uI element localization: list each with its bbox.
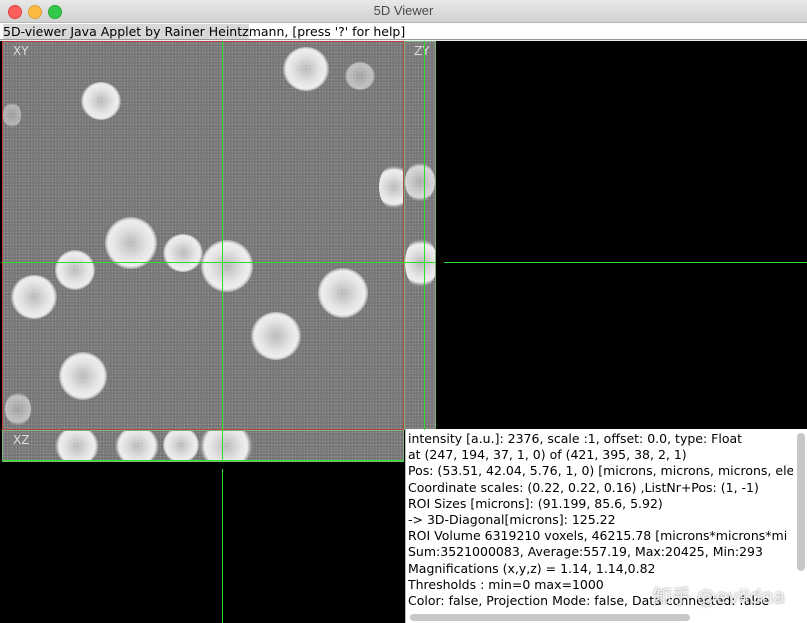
cell-spot — [405, 237, 435, 289]
crosshair-vertical-zy — [424, 41, 425, 430]
info-vertical-scrollbar[interactable] — [797, 433, 805, 571]
applet-label-selected: 5D-viewer Java Applet by Rainer Heintz — [3, 24, 249, 39]
window-titlebar: 5D Viewer — [0, 0, 807, 23]
cell-spot — [163, 431, 199, 461]
cell-spot — [283, 47, 329, 91]
xz-view[interactable]: XZ — [2, 430, 404, 462]
zy-view-label: ZY — [414, 44, 430, 58]
cell-spot — [81, 82, 121, 120]
cell-spot — [115, 431, 159, 461]
cell-spot — [5, 392, 31, 426]
cell-spot — [55, 250, 95, 290]
crosshair-vertical — [222, 41, 223, 430]
info-line: Coordinate scales: (0.22, 0.22, 0.16) ,L… — [408, 479, 759, 495]
info-line: ROI Volume 6319210 voxels, 46215.78 [mic… — [408, 528, 788, 544]
info-line: Sum:3521000083, Average:557.19, Max:2042… — [408, 544, 763, 560]
info-line: intensity [a.u.]: 2376, scale :1, offset… — [408, 431, 743, 446]
cell-spot — [55, 431, 99, 461]
cell-spot — [379, 164, 403, 210]
info-line: at (247, 194, 37, 1, 0) of (421, 395, 38… — [408, 447, 687, 463]
cell-spot — [11, 275, 57, 319]
xy-view-label: XY — [13, 44, 29, 58]
info-line: Pos: (53.51, 42.04, 5.76, 1, 0) [microns… — [408, 463, 793, 479]
zy-image-noise — [405, 42, 435, 429]
cell-spot — [318, 268, 368, 318]
cell-spot — [345, 62, 375, 90]
crosshair-horizontal-xz — [2, 460, 404, 461]
info-line: Magnifications (x,y,z) = 1.14, 1.14,0.82 — [408, 560, 656, 576]
window-title: 5D Viewer — [373, 3, 434, 18]
applet-label-rest: mann, [press '?' for help] — [248, 24, 406, 39]
crosshair-horizontal-xy — [2, 262, 436, 263]
crosshair-vertical-xz — [222, 430, 223, 462]
crosshair-horizontal-zy — [444, 262, 807, 263]
cell-spot — [3, 102, 21, 128]
applet-status-label: 5D-viewer Java Applet by Rainer Heintzma… — [0, 23, 807, 40]
crosshair-vertical-lower — [222, 469, 223, 623]
cell-spot — [201, 240, 253, 292]
cell-spot — [251, 312, 301, 360]
info-line: -> 3D-Diagonal[microns]: 125.22 — [408, 512, 616, 528]
watermark-text: 知乎 @evildna — [652, 586, 785, 608]
info-line: ROI Sizes [microns]: (91.199, 85.6, 5.92… — [408, 495, 663, 511]
cell-spot — [405, 162, 435, 202]
xz-view-label: XZ — [13, 433, 30, 447]
cell-spot — [59, 352, 107, 400]
info-horizontal-scrollbar[interactable] — [410, 614, 690, 621]
info-panel[interactable]: intensity [a.u.]: 2376, scale :1, offset… — [405, 429, 807, 623]
cell-spot — [199, 431, 253, 461]
cell-spot — [163, 234, 203, 272]
xy-view[interactable]: XY — [2, 41, 404, 430]
zy-view[interactable]: ZY — [404, 41, 436, 430]
